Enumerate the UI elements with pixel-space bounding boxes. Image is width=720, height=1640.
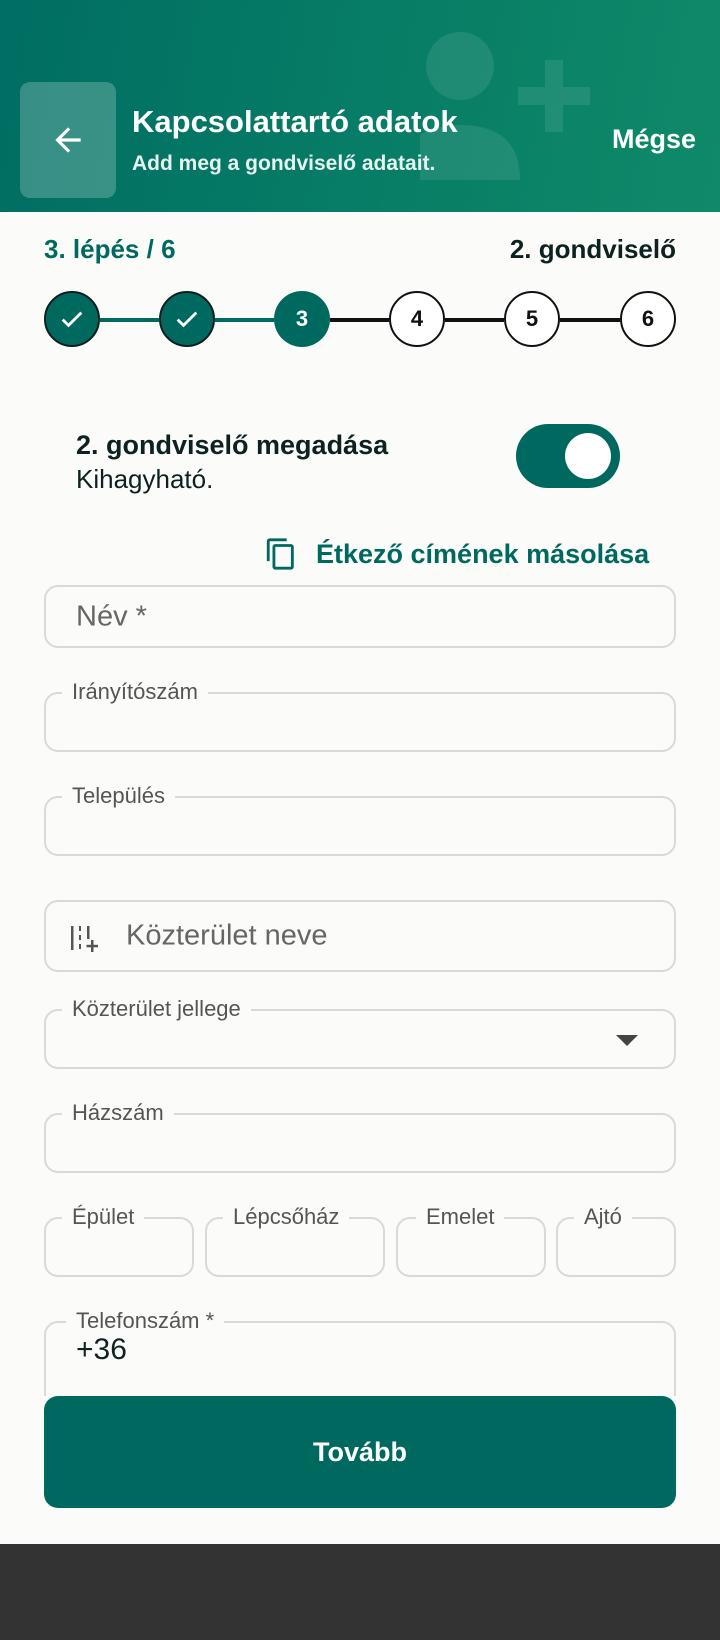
step-2 (159, 291, 215, 347)
name-placeholder: Név * (76, 600, 147, 632)
building-input[interactable]: Épület (44, 1204, 194, 1277)
step-connector (330, 318, 389, 322)
copy-address-label: Étkező címének másolása (316, 538, 650, 569)
street-type-select[interactable]: Közterület jellege (44, 996, 676, 1069)
floor-label: Emelet (416, 1204, 505, 1230)
back-button[interactable] (20, 82, 116, 198)
second-guardian-toggle[interactable] (516, 424, 620, 488)
step-4: 4 (389, 291, 445, 347)
staircase-label: Lépcsőház (223, 1204, 350, 1230)
step-1 (44, 291, 100, 347)
step-connector (560, 318, 620, 322)
step-connector (445, 318, 504, 322)
street-name-placeholder: Közterület neve (126, 919, 328, 952)
zip-label: Irányítószám (62, 679, 208, 705)
step-connector (100, 318, 159, 322)
step-connector (215, 318, 274, 322)
phone-value: +36 (76, 1333, 127, 1366)
app-header: Kapcsolattartó adatok Add meg a gondvise… (0, 0, 720, 212)
arrow-left-icon (55, 127, 81, 153)
toggle-knob (565, 433, 611, 479)
street-type-label: Közterület jellege (62, 996, 251, 1022)
building-label: Épület (62, 1204, 145, 1230)
next-button[interactable]: Tovább (44, 1396, 676, 1508)
street-icon (71, 926, 98, 952)
cancel-button[interactable]: Mégse (612, 124, 696, 155)
house-number-input[interactable]: Házszám (44, 1100, 676, 1173)
city-label: Település (62, 783, 175, 809)
staircase-input[interactable]: Lépcsőház (205, 1204, 385, 1277)
step-3: 3 (274, 291, 330, 347)
page-subtitle: Add meg a gondviselő adatait. (132, 152, 436, 175)
street-name-input[interactable]: Közterület neve (44, 900, 676, 972)
copy-icon (266, 538, 294, 570)
progress-stepper: 3 4 5 6 (44, 291, 676, 349)
city-input[interactable]: Település (44, 783, 676, 856)
zip-input[interactable]: Irányítószám (44, 679, 676, 752)
door-input[interactable]: Ajtó (556, 1204, 676, 1277)
step-counter: 3. lépés / 6 (44, 234, 176, 264)
phone-input[interactable]: Telefonszám * +36 (44, 1308, 676, 1396)
check-icon (61, 311, 83, 328)
system-nav-bar (0, 1544, 720, 1640)
page-title: Kapcsolattartó adatok (132, 104, 458, 139)
phone-field-viewport: Telefonszám * +36 (0, 1300, 720, 1396)
dropdown-arrow-icon (616, 1035, 638, 1046)
guardian-label: 2. gondviselő (509, 234, 676, 264)
floor-input[interactable]: Emelet (396, 1204, 546, 1277)
second-guardian-title: 2. gondviselő megadása (76, 430, 389, 460)
check-icon (176, 311, 198, 328)
house-number-label: Házszám (62, 1100, 174, 1126)
step-5: 5 (504, 291, 560, 347)
copy-address-button[interactable]: Étkező címének másolása (264, 532, 649, 576)
phone-label: Telefonszám * (66, 1308, 225, 1334)
name-input[interactable]: Név * (44, 585, 676, 648)
second-guardian-hint: Kihagyható. (76, 464, 214, 494)
door-label: Ajtó (574, 1204, 632, 1230)
step-6: 6 (620, 291, 676, 347)
